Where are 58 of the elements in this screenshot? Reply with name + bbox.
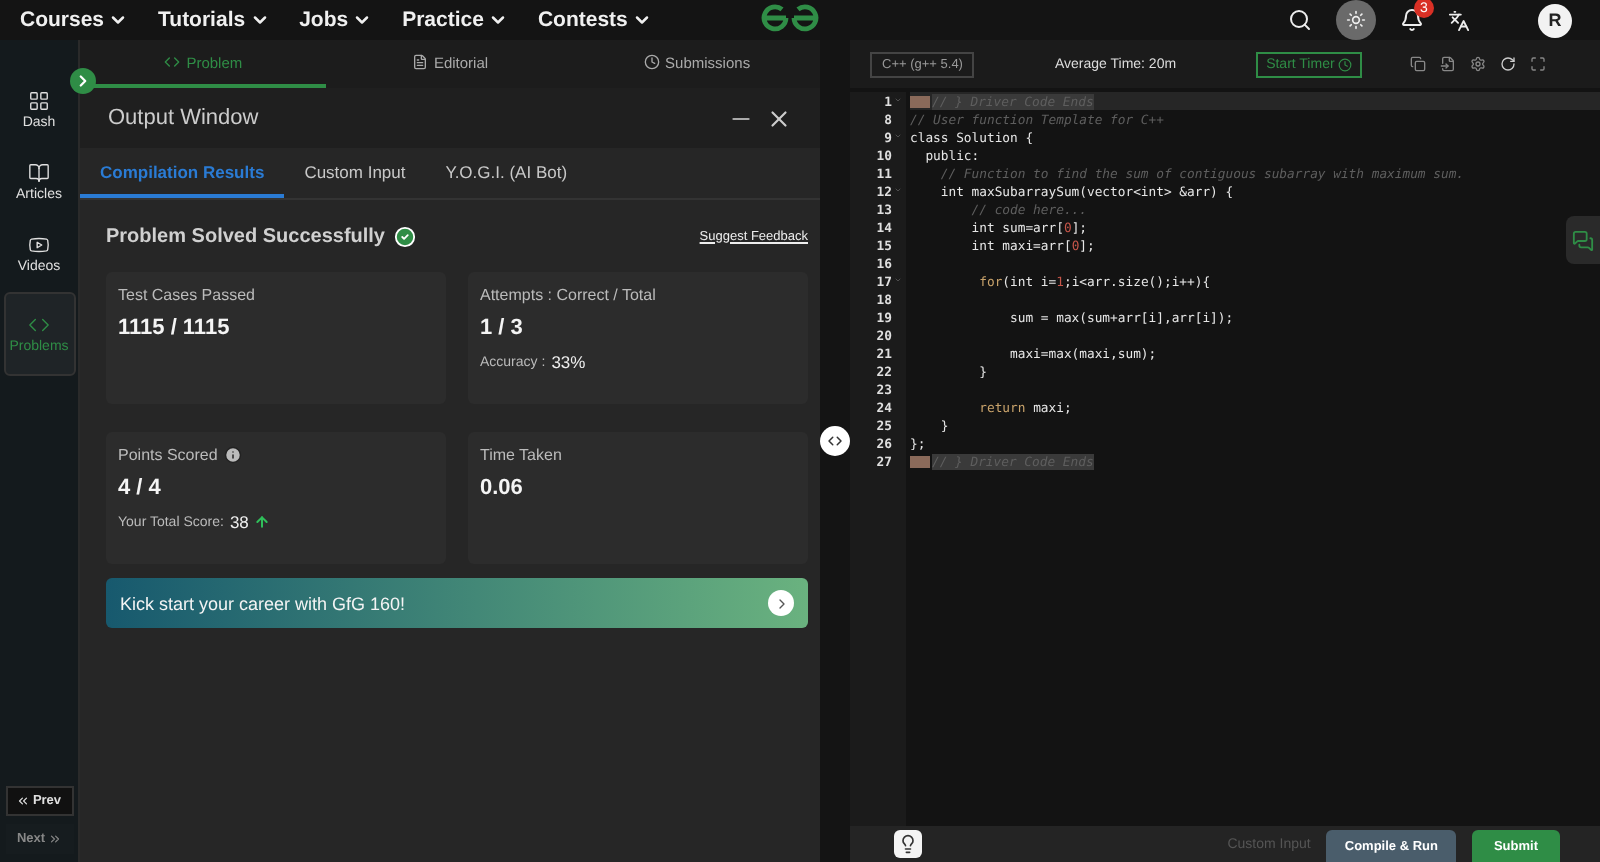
clock-icon[interactable] (643, 54, 660, 70)
reset-icon[interactable] (1500, 56, 1517, 72)
code-icon[interactable] (164, 54, 181, 70)
resize-arrows-icon[interactable] (826, 432, 844, 450)
nav-menu-item[interactable]: Practice (402, 8, 508, 32)
nav-menu-item[interactable]: Courses (20, 8, 129, 32)
info-icon[interactable] (223, 446, 242, 464)
output-tab[interactable]: Compilation Results (80, 148, 285, 198)
card-label: Test Cases Passed (118, 286, 255, 304)
document-icon[interactable] (411, 54, 428, 70)
double-chevron-right-icon[interactable] (47, 832, 62, 846)
double-chevron-left-icon[interactable] (16, 794, 31, 808)
resize-handle[interactable] (820, 426, 850, 456)
settings-icon[interactable] (1470, 56, 1487, 72)
clock-icon[interactable] (1338, 57, 1353, 71)
notification-icon[interactable] (1400, 8, 1424, 32)
video-icon[interactable] (28, 234, 50, 256)
output-window-title: Output Window (108, 106, 259, 130)
output-tab[interactable]: Y.O.G.I. (AI Bot) (425, 148, 588, 198)
card-label: Attempts : Correct / Total (480, 286, 656, 304)
fold-marker-icon[interactable] (910, 456, 930, 469)
fold-marker-icon[interactable] (910, 95, 930, 108)
chevron-down-icon[interactable] (108, 10, 129, 30)
fullscreen-icon[interactable] (1530, 56, 1547, 72)
chevron-down-icon[interactable] (249, 10, 270, 30)
chat-button[interactable] (1566, 216, 1600, 264)
sun-icon[interactable] (1346, 10, 1366, 30)
copy-icon[interactable] (1410, 56, 1427, 72)
card-label: Time Taken (480, 446, 562, 464)
search-icon[interactable] (1288, 8, 1312, 32)
output-tab[interactable]: Custom Input (284, 148, 426, 198)
code-icon[interactable] (28, 314, 50, 336)
translate-icon[interactable] (1448, 9, 1470, 31)
promo-banner[interactable]: Kick start your career with GfG 160! (106, 578, 808, 628)
chat-icon[interactable] (1572, 229, 1594, 251)
nav-menu-item[interactable]: Jobs (299, 8, 373, 32)
card-value: 4 / 4 (118, 476, 163, 500)
check-icon (393, 225, 415, 247)
card-value: 0.06 (480, 476, 525, 500)
file-icon[interactable] (1440, 56, 1457, 72)
logo-icon[interactable] (760, 2, 820, 34)
card-note-value: 38 (229, 512, 249, 532)
chevron-down-icon[interactable] (352, 10, 373, 30)
user-avatar[interactable]: R (1538, 3, 1572, 37)
card-note-value: 33% (551, 352, 586, 372)
card-label: Points Scored (118, 446, 218, 464)
banner-text: Kick start your career with GfG 160! (120, 593, 406, 613)
close-icon[interactable] (766, 105, 792, 131)
nav-menu-item[interactable]: Contests (537, 8, 652, 32)
card-value: 1 / 3 (480, 316, 525, 340)
book-icon[interactable] (28, 162, 50, 184)
theme-toggle-button[interactable] (1336, 0, 1376, 40)
chevron-down-icon[interactable] (631, 10, 652, 30)
chevron-down-icon[interactable] (487, 10, 508, 30)
grid-icon[interactable] (28, 90, 50, 112)
card-value: 1115 / 1115 (118, 316, 232, 340)
nav-menu-item[interactable]: Tutorials (158, 8, 270, 32)
status-message: Problem Solved Successfully (106, 225, 385, 247)
